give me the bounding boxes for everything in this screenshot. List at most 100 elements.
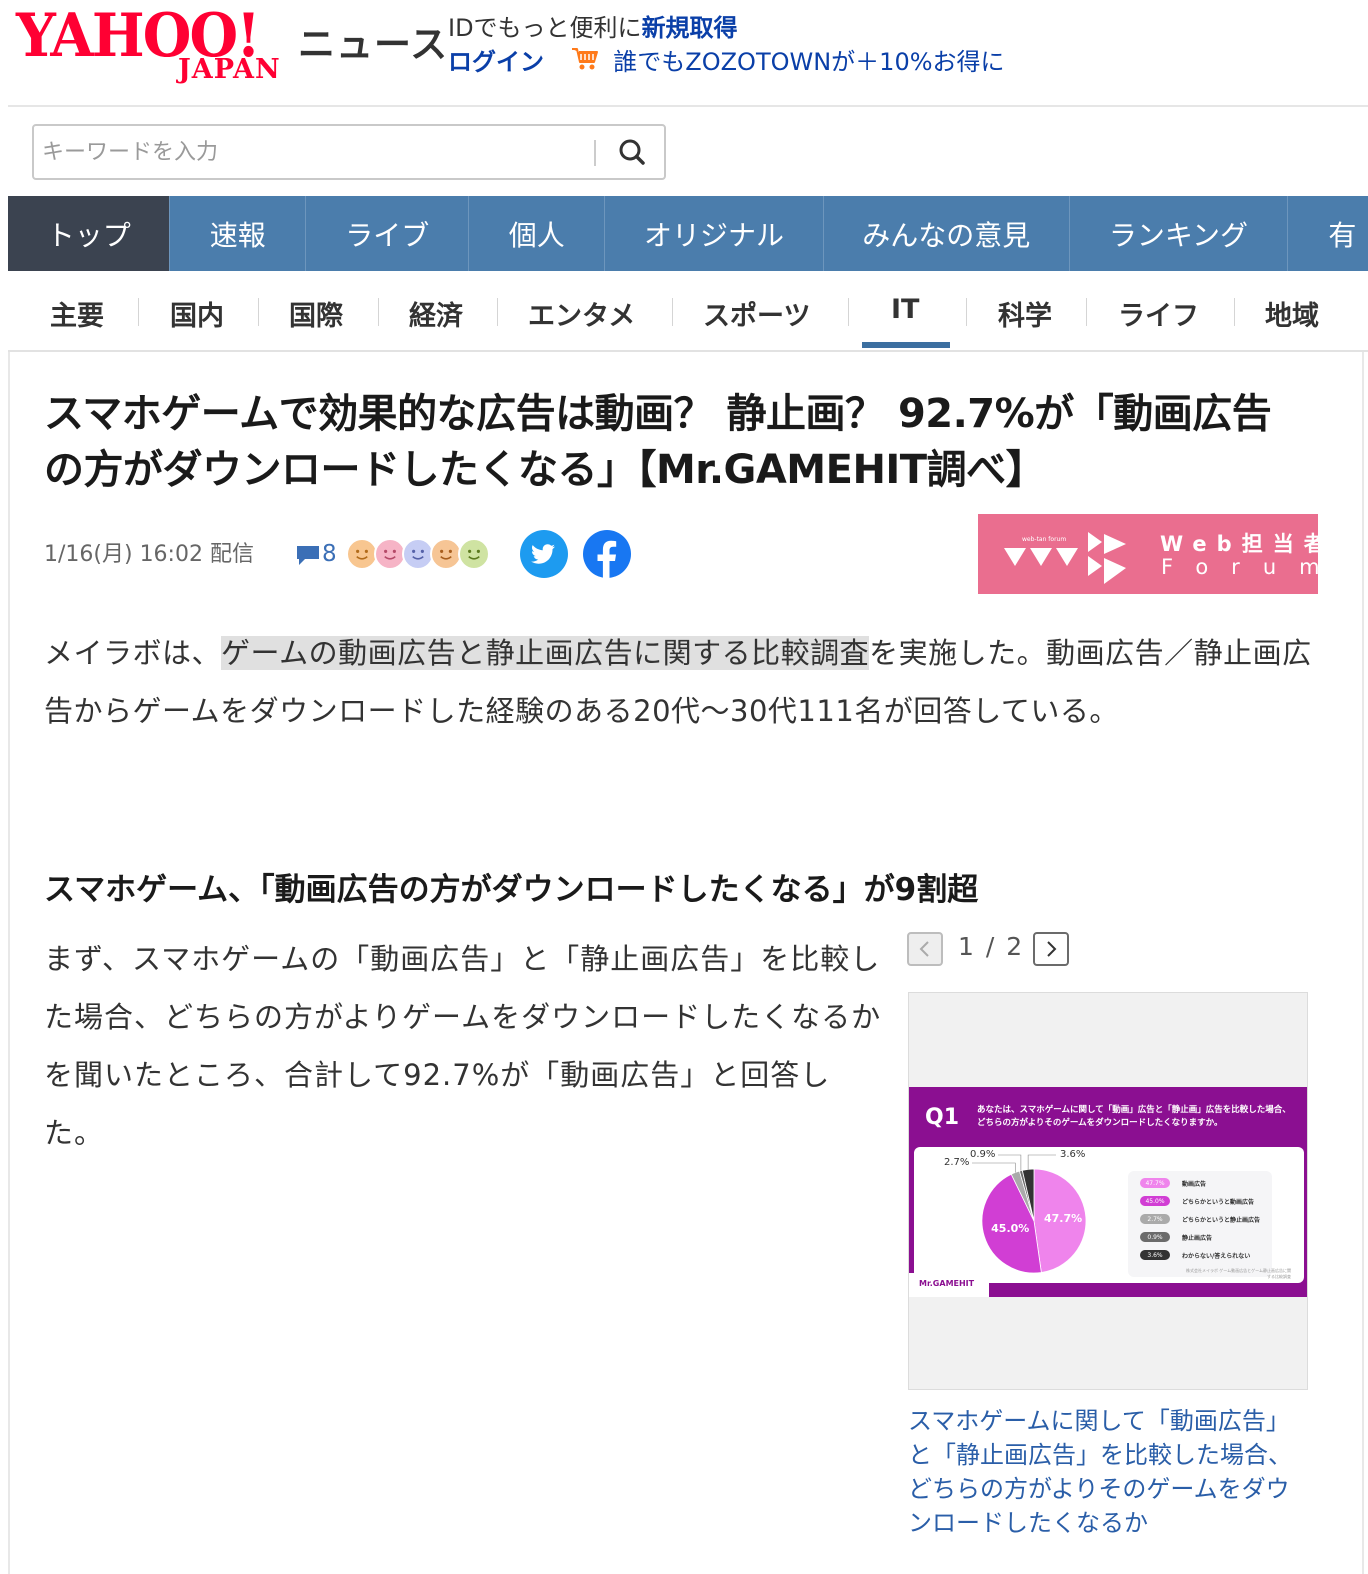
legend-item: 45.0% どちらかというと動画広告 (1140, 1195, 1254, 1207)
category-divider (378, 298, 379, 326)
legend-value-pill: 47.7% (1140, 1178, 1170, 1188)
site-header: YAHOO! JAPAN ニュース IDでもっと便利に新規取得 ログイン 誰でも… (0, 0, 1368, 106)
comment-count-link[interactable]: 8 (294, 538, 337, 570)
pie-label-video-ad: 47.7% (1043, 1212, 1083, 1226)
gallery-next-button[interactable] (1033, 932, 1069, 966)
gallery-counter: 1 / 2 (958, 932, 1025, 961)
pie-leader-line (972, 1162, 1016, 1173)
chart-brand-text: Mr.GAMEHIT (919, 1279, 975, 1288)
search-divider (594, 140, 596, 166)
category-nav: 主要 国内 国際 経済 エンタメ スポーツ IT 科学 ライフ 地域 (8, 272, 1368, 352)
category-tab-world[interactable]: 国際 (289, 294, 343, 333)
survey-chart-image: Q1 あなたは、スマホゲームに関して「動画」広告と「静止画」広告を比較した場合、… (909, 1087, 1307, 1297)
category-tab-science[interactable]: 科学 (998, 294, 1052, 333)
source-small-label: web-tan forum (1022, 536, 1067, 543)
facebook-icon (597, 540, 617, 578)
pie-label-dont-know: 3.6% (1060, 1149, 1086, 1160)
lead-highlight: ゲームの動画広告と静止画広告に関する比較調査 (221, 636, 870, 670)
login-link[interactable]: ログイン (448, 48, 544, 76)
facebook-share-button[interactable] (583, 530, 631, 578)
chart-brand-tag: Mr.GAMEHIT (909, 1273, 989, 1297)
main-nav-opinions[interactable]: みんなの意見 (824, 196, 1070, 271)
legend-item: 47.7% 動画広告 (1140, 1177, 1206, 1189)
main-nav-breaking[interactable]: 速報 (170, 196, 307, 271)
category-tab-life[interactable]: ライフ (1118, 294, 1199, 333)
category-divider (138, 298, 139, 326)
chart-footnote: 株式会社メイラボ ゲーム動画広告とゲーム静止画広告に関する比較調査 (1185, 1268, 1291, 1279)
category-divider (1086, 298, 1087, 326)
main-nav-individual[interactable]: 個人 (469, 196, 606, 271)
satisfied-face-icon (458, 538, 490, 570)
comment-count: 8 (322, 541, 337, 567)
twitter-share-button[interactable] (520, 530, 568, 578)
chart-panel: 47.7% 45.0% 2.7% 0.9% 3.6% 47.7% 動画広告 45.0… (914, 1147, 1304, 1283)
category-divider (1234, 298, 1235, 326)
chart-question-number: Q1 (925, 1105, 960, 1130)
search-button[interactable] (610, 132, 654, 172)
search-input[interactable] (42, 134, 582, 170)
legend-label: わからない/答えられない (1182, 1252, 1251, 1260)
chart-question-text: あなたは、スマホゲームに関して「動画」広告と「静止画」広告を比較した場合、どちら… (977, 1105, 1291, 1128)
category-tab-region[interactable]: 地域 (1265, 294, 1319, 333)
article-date: 1/16(月) 16:02 配信 (44, 542, 254, 567)
chevron-right-icon (1047, 941, 1057, 957)
category-divider (497, 298, 498, 326)
main-nav-ranking[interactable]: ランキング (1070, 196, 1289, 271)
category-divider (848, 298, 849, 326)
source-line2: Forum (1161, 555, 1343, 579)
lead-text-pre: メイラボは、 (44, 636, 222, 670)
main-nav-live[interactable]: ライブ (306, 196, 470, 271)
zozotown-promo-link[interactable]: 誰でもZOZOTOWNが＋10%お得に (613, 48, 1004, 76)
source-logo-web-tan-forum[interactable]: web-tan forum Web担当者 Forum (978, 514, 1325, 594)
legend-label: 静止画広告 (1182, 1234, 1213, 1242)
legend-item: 2.7% どちらかというと静止画広告 (1140, 1213, 1260, 1225)
category-tab-entertainment[interactable]: エンタメ (528, 294, 635, 333)
category-divider (258, 298, 259, 326)
pie-label-rather-static-ad: 2.7% (944, 1157, 970, 1168)
reaction-faces[interactable] (346, 538, 490, 570)
id-promo-text: IDでもっと便利に (448, 14, 642, 42)
category-tab-sports[interactable]: スポーツ (703, 294, 810, 333)
gallery-image[interactable]: Q1 あなたは、スマホゲームに関して「動画」広告と「静止画」広告を比較した場合、… (908, 992, 1308, 1390)
twitter-icon (531, 544, 555, 564)
main-nav-top[interactable]: トップ (8, 196, 171, 271)
main-nav-original[interactable]: オリジナル (605, 196, 824, 271)
gallery-caption-link[interactable]: スマホゲームに関して「動画広告」と「静止画広告」を比較した場合、どちらの方がより… (908, 1404, 1308, 1540)
chevron-left-icon (919, 941, 929, 957)
login-promo-line: ログイン 誰でもZOZOTOWNが＋10%お得に (448, 42, 1005, 78)
legend-item: 3.6% わからない/答えられない (1140, 1249, 1250, 1261)
pie-label-rather-video-ad: 45.0% (991, 1221, 1030, 1235)
article-subheading: スマホゲーム、「動画広告の方がダウンロードしたくなる」が9割超 (44, 872, 979, 908)
comment-icon (297, 546, 319, 565)
logo-japan-text: JAPAN (178, 54, 281, 85)
id-promo-line: IDでもっと便利に新規取得 (448, 8, 738, 43)
chart-legend: 47.7% 動画広告 45.0% どちらかというと動画広告 2.7% どちらかというと静止… (1128, 1171, 1272, 1277)
pie-leader-line (1027, 1154, 1056, 1170)
legend-item: 0.9% 静止画広告 (1140, 1231, 1212, 1243)
news-service-title[interactable]: ニュース (298, 14, 448, 68)
register-link[interactable]: 新規取得 (642, 14, 738, 42)
source-line1: Web担当者 (1160, 532, 1335, 556)
legend-label: 動画広告 (1182, 1180, 1207, 1188)
main-nav: トップ 速報 ライブ 個人 オリジナル みんなの意見 ランキング 有 (8, 196, 1368, 271)
yahoo-japan-logo[interactable]: YAHOO! JAPAN (16, 6, 292, 85)
category-tab-economy[interactable]: 経済 (409, 294, 463, 333)
search-box (32, 124, 666, 180)
article-lead: メイラボは、ゲームの動画広告と静止画広告に関する比較調査を実施した。動画広告／静… (44, 624, 1334, 740)
category-tab-domestic[interactable]: 国内 (170, 294, 224, 333)
legend-label: どちらかというと静止画広告 (1182, 1216, 1261, 1224)
category-tab-it[interactable]: IT (891, 294, 919, 325)
legend-value-pill: 2.7% (1140, 1214, 1170, 1224)
gallery-prev-button[interactable] (907, 932, 943, 966)
article-body-paragraph: まず、スマホゲームの「動画広告」と「静止画広告」を比較した場合、どちらの方がより… (44, 942, 882, 1150)
category-tab-main[interactable]: 主要 (50, 294, 104, 333)
legend-label: どちらかというと動画広告 (1182, 1198, 1255, 1206)
pie-label-static-ad: 0.9% (970, 1149, 996, 1160)
main-nav-paid[interactable]: 有 (1288, 196, 1368, 271)
category-divider (672, 298, 673, 326)
category-divider (966, 298, 967, 326)
article-headline: スマホゲームで効果的な広告は動画？ 静止画？ 92.7%が「動画広告の方がダウン… (44, 391, 1272, 493)
header-divider (8, 105, 1368, 107)
cart-icon (570, 46, 600, 78)
active-tab-indicator (862, 342, 950, 348)
